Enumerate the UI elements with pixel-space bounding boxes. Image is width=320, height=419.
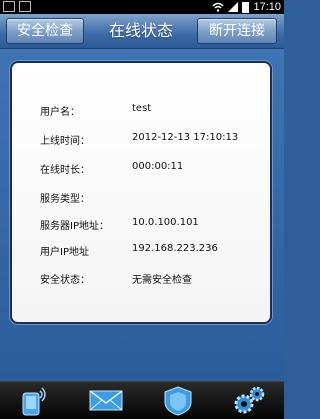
info-label: 用户名： bbox=[40, 107, 80, 118]
info-label: 安全状态： bbox=[40, 275, 90, 286]
info-label: 服务类型： bbox=[40, 194, 90, 205]
info-label: 上线时间： bbox=[40, 136, 90, 147]
tab-settings[interactable] bbox=[228, 384, 268, 417]
shield-icon bbox=[164, 386, 192, 416]
status-bar: 17:10 bbox=[0, 0, 284, 14]
info-label: 服务器IP地址： bbox=[40, 221, 109, 232]
security-check-button[interactable]: 安全检查 bbox=[6, 18, 84, 44]
info-label: 用户IP地址 bbox=[40, 247, 89, 258]
phone-signal-icon bbox=[22, 387, 46, 416]
usb-icon bbox=[19, 1, 31, 12]
header-bar: 安全检查 在线状态 断开连接 bbox=[0, 14, 284, 49]
tab-security[interactable] bbox=[158, 384, 198, 417]
info-value: 000:00:11 bbox=[132, 161, 184, 172]
battery-icon bbox=[242, 1, 250, 13]
info-label: 在线时长： bbox=[40, 165, 90, 176]
status-info-card: 用户名： test 上线时间： 2012-12-13 17:10:13 在线时长… bbox=[10, 61, 272, 324]
mail-icon bbox=[89, 390, 123, 411]
wifi-icon bbox=[212, 2, 224, 12]
main-content: 用户名： test 上线时间： 2012-12-13 17:10:13 在线时长… bbox=[0, 49, 284, 381]
disconnect-button[interactable]: 断开连接 bbox=[197, 18, 277, 44]
info-value: 无需安全检查 bbox=[132, 275, 192, 286]
signal-icon bbox=[228, 2, 239, 12]
status-time: 17:10 bbox=[253, 1, 281, 13]
page-title: 在线状态 bbox=[108, 21, 173, 40]
gears-icon bbox=[234, 386, 265, 414]
status-notifications bbox=[3, 1, 31, 12]
tab-connection[interactable] bbox=[14, 384, 54, 417]
tab-messages[interactable] bbox=[86, 384, 126, 417]
notification-icon bbox=[3, 1, 15, 12]
status-indicators: 17:10 bbox=[212, 0, 281, 14]
info-value: 192.168.223.236 bbox=[132, 243, 218, 254]
info-value: test bbox=[132, 103, 152, 114]
info-value: 2012-12-13 17:10:13 bbox=[132, 132, 239, 143]
bottom-tab-bar bbox=[0, 381, 284, 419]
info-value: 10.0.100.101 bbox=[132, 217, 199, 228]
